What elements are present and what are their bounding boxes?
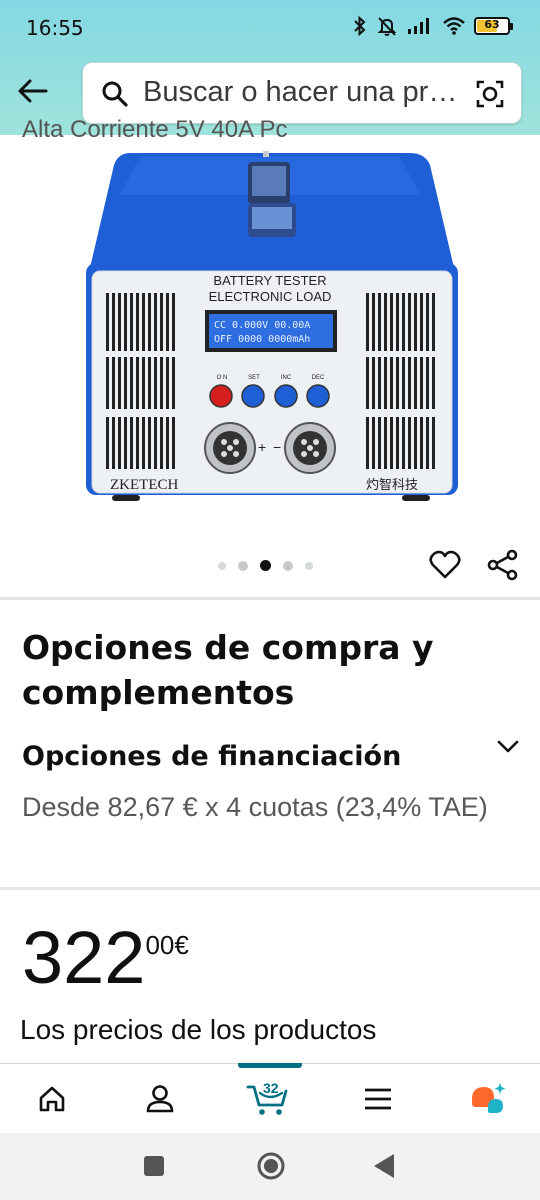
product-price: 322 00 € <box>22 918 189 998</box>
back-system-button[interactable] <box>372 1152 396 1184</box>
wishlist-heart-icon[interactable] <box>428 548 462 586</box>
financing-options-title[interactable]: Opciones de financiación <box>22 741 401 772</box>
device-brand-en: ZKETECH <box>110 477 178 493</box>
circle-icon <box>257 1152 285 1180</box>
top-bar: 16:55 63 Buscar o hacer una preg <box>0 0 540 135</box>
home-icon <box>39 1086 65 1112</box>
bluetooth-icon <box>352 15 368 37</box>
nav-menu[interactable] <box>348 1064 408 1134</box>
image-carousel-dots[interactable] <box>218 560 313 571</box>
device-btn-set-label: SET <box>248 375 260 381</box>
triangle-back-icon <box>374 1154 394 1178</box>
carousel-dot[interactable] <box>218 561 226 570</box>
price-whole: 322 <box>22 916 146 999</box>
device-btn-inc-label: INC <box>281 375 292 381</box>
muted-bell-icon <box>376 15 398 37</box>
carousel-dot[interactable] <box>238 560 248 571</box>
device-plus: + <box>258 439 266 455</box>
account-icon <box>146 1085 174 1113</box>
device-label-line1: BATTERY TESTER <box>213 273 326 288</box>
rufus-icon <box>472 1083 506 1113</box>
nav-home[interactable] <box>22 1064 82 1134</box>
recents-button[interactable] <box>143 1155 165 1181</box>
lcd-line2: OFF 0000 0000mAh <box>214 334 310 345</box>
nav-account[interactable] <box>130 1064 190 1134</box>
search-icon <box>101 80 129 112</box>
status-time: 16:55 <box>26 16 84 40</box>
nav-rufus[interactable] <box>458 1064 518 1134</box>
cart-count-badge: 32 <box>263 1080 279 1096</box>
search-input[interactable]: Buscar o hacer una pregunta <box>143 76 458 109</box>
signal-icon <box>406 17 434 35</box>
battery-icon: 63 <box>474 17 513 35</box>
wifi-icon <box>442 16 466 36</box>
carousel-dot[interactable] <box>305 561 313 570</box>
lcd-line1: CC 0.000V 00.00A <box>214 320 310 331</box>
section-divider <box>0 887 540 890</box>
battery-level: 63 <box>484 18 500 31</box>
search-bar[interactable]: Buscar o hacer una pregunta <box>82 62 522 124</box>
device-btn-on-label: O N <box>217 375 228 381</box>
device-minus: − <box>273 439 281 455</box>
back-arrow-icon <box>18 79 48 103</box>
price-fraction: 00 <box>145 930 175 960</box>
status-icons: 63 <box>352 15 513 37</box>
back-button[interactable] <box>14 72 52 110</box>
section-divider <box>0 597 540 600</box>
price-currency: € <box>174 930 189 960</box>
camera-search-icon[interactable] <box>475 79 505 113</box>
device-btn-dec-label: DEC <box>312 375 325 381</box>
purchase-options-heading: Opciones de compra y complementos <box>22 628 434 712</box>
status-bar: 16:55 63 <box>0 0 540 56</box>
bottom-navigation <box>0 1063 540 1133</box>
menu-icon <box>365 1088 391 1110</box>
device-brand-cn: 灼智科技 <box>366 478 418 493</box>
product-image[interactable]: BATTERY TESTER ELECTRONIC LOAD CC 0.000V… <box>0 135 540 545</box>
device-label-line2: ELECTRONIC LOAD <box>209 289 332 304</box>
carousel-dot-active[interactable] <box>260 560 271 571</box>
share-icon[interactable] <box>486 548 520 586</box>
system-navigation-bar <box>0 1133 540 1200</box>
carousel-dot[interactable] <box>283 560 293 571</box>
financing-options-text: Desde 82,67 € x 4 cuotas (23,4% TAE) <box>22 792 488 822</box>
square-icon <box>144 1156 164 1176</box>
nav-cart[interactable] <box>238 1064 298 1134</box>
prices-note: Los precios de los productos <box>20 1014 377 1045</box>
home-system-button[interactable] <box>256 1151 286 1185</box>
chevron-down-icon[interactable] <box>496 738 520 760</box>
